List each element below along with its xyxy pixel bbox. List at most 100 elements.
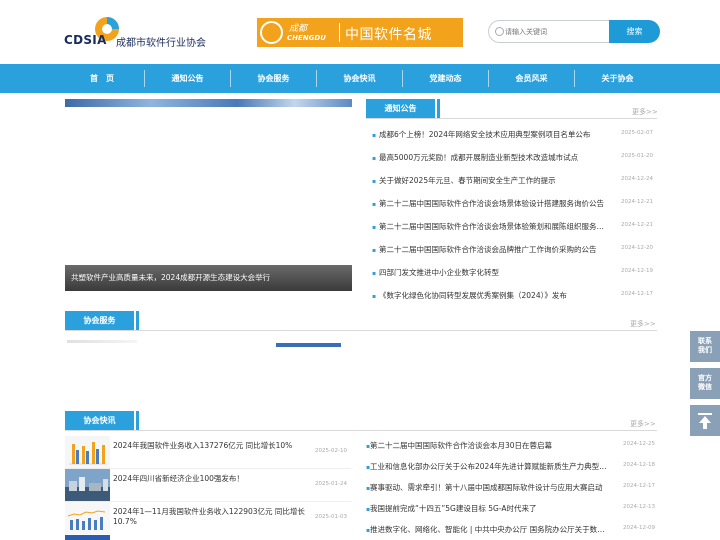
list-item-date: 2024-12-17 <box>623 483 655 489</box>
news-item-date: 2025-01-03 <box>315 514 347 520</box>
contact-label-2: 我们 <box>698 346 712 354</box>
services-thumb-strip <box>67 340 137 343</box>
news-item-title[interactable]: 2024年我国软件业务收入137276亿元 同比增长10% <box>113 441 313 451</box>
notices-more-link[interactable]: 更多>> <box>632 107 658 117</box>
list-item[interactable]: ▪ 第二十二届中国国际软件合作洽谈会本月30日在蓉启幕 2024-12-25 <box>366 440 657 454</box>
tab-edge <box>437 99 440 119</box>
news-item[interactable]: 2024年四川省新经济企业100强发布！ 2025-01-24 <box>65 469 351 502</box>
list-item[interactable]: ▪ 最高5000万元奖励！成都开展制造业新型技术改造城市试点 2025-01-2… <box>372 152 657 166</box>
list-item[interactable]: ▪ 关于做好2025年元旦、春节期间安全生产工作的提示 2024-12-24 <box>372 175 657 189</box>
contact-label-1: 联系 <box>698 337 712 345</box>
news-title[interactable]: 协会快讯 <box>65 411 134 431</box>
list-item-title[interactable]: 成都6个上榜！2024年网络安全技术应用典型案例项目名单公布 <box>379 129 607 140</box>
bullet-icon: ▪ <box>372 247 377 254</box>
logo-name: 成都市软件行业协会 <box>116 38 206 49</box>
list-item-title[interactable]: 关于做好2025年元旦、春节期间安全生产工作的提示 <box>379 175 607 186</box>
banner-title: 中国软件名城 <box>345 27 432 43</box>
list-item[interactable]: ▪ 我国提前完成“十四五”5G建设目标 5G-A时代来了 2024-12-13 <box>366 503 657 517</box>
search-button[interactable]: 搜索 <box>609 20 660 43</box>
services-title[interactable]: 协会服务 <box>65 311 134 331</box>
wechat-label-2: 微信 <box>698 383 712 391</box>
tab-edge <box>136 311 139 331</box>
list-item[interactable]: ▪ 成都6个上榜！2024年网络安全技术应用典型案例项目名单公布 2025-02… <box>372 129 657 143</box>
list-item-title[interactable]: 赛事驱动、需求牵引！第十八届中国成都国际软件设计与应用大赛启动 <box>370 482 608 493</box>
nav-item-party[interactable]: 党建动态 <box>403 64 488 93</box>
news-more-link[interactable]: 更多>> <box>630 419 656 429</box>
list-item-date: 2024-12-18 <box>623 462 655 468</box>
nav-item-news[interactable]: 协会快讯 <box>317 64 402 93</box>
header-underline <box>366 118 657 119</box>
bullet-icon: ▪ <box>372 293 377 300</box>
news-item-date: 2025-02-10 <box>315 448 347 454</box>
list-item[interactable]: ▪ 第二十二届中国国际软件合作洽谈会场景体验策划和展陈组织服务询价公告 2024… <box>372 221 657 235</box>
list-item-date: 2024-12-17 <box>621 291 653 297</box>
news-thumbnail[interactable] <box>65 469 110 501</box>
services-carousel[interactable] <box>65 332 657 402</box>
list-item-title[interactable]: 第二十二届中国国际软件合作洽谈会场景体验策划和展陈组织服务询价公告 <box>379 221 607 232</box>
wechat-label-1: 官方 <box>698 374 712 382</box>
list-item-date: 2024-12-09 <box>623 525 655 531</box>
list-item-title[interactable]: 第二十二届中国国际软件合作洽谈会本月30日在蓉启幕 <box>370 440 608 451</box>
nav-item-about[interactable]: 关于协会 <box>575 64 660 93</box>
list-item[interactable]: ▪ 第二十二届中国国际软件合作洽谈会品牌推广工作询价采购的公告 2024-12-… <box>372 244 657 258</box>
list-item-title[interactable]: 四部门发文推进中小企业数字化转型 <box>379 267 607 278</box>
bullet-icon: ▪ <box>372 224 377 231</box>
site-header: CDSIA 成都市软件行业协会 成都 CHENGDU 中国软件名城 搜索 <box>0 0 720 64</box>
list-item-title[interactable]: 我国提前完成“十四五”5G建设目标 5G-A时代来了 <box>370 503 608 514</box>
list-item[interactable]: ▪ 第二十二届中国国际软件合作洽谈会场景体验设计搭建服务询价公告 2024-12… <box>372 198 657 212</box>
list-item-date: 2024-12-21 <box>621 222 653 228</box>
news-header: 协会快讯 更多>> <box>65 411 657 431</box>
news-item[interactable]: 2024年1—11月我国软件业务收入122903亿元 同比增长10.7% 202… <box>65 502 351 534</box>
news-thumbnail[interactable] <box>65 436 110 468</box>
hero-image <box>65 99 352 107</box>
header-underline <box>65 330 657 331</box>
news-item[interactable]: 2024年我国软件业务收入137276亿元 同比增长10% 2025-02-10 <box>65 436 351 469</box>
list-item-date: 2024-12-25 <box>623 441 655 447</box>
list-item-title[interactable]: 《数字化绿色化协同转型发展优秀案例集（2024）》发布 <box>379 290 607 301</box>
list-item-date: 2024-12-21 <box>621 199 653 205</box>
list-item[interactable]: ▪ 工业和信息化部办公厅关于公布2024年先进计算赋能新质生产力典型应用案例名单… <box>366 461 657 475</box>
list-item-date: 2025-01-20 <box>621 153 653 159</box>
bullet-icon: ▪ <box>372 178 377 185</box>
bullet-icon: ▪ <box>372 201 377 208</box>
header-underline <box>65 430 657 431</box>
search-input[interactable] <box>505 24 605 40</box>
list-item-title[interactable]: 第二十二届中国国际软件合作洽谈会品牌推广工作询价采购的公告 <box>379 244 607 255</box>
news-thumbnail-partial <box>65 535 110 540</box>
banner-divider <box>339 23 340 42</box>
news-thumbnail[interactable] <box>65 502 110 534</box>
search-box <box>488 20 610 43</box>
list-item[interactable]: ▪ 推进数字化、网络化、智能化 | 中共中央办公厅 国务院办公厅关于数字中国建设… <box>366 524 657 538</box>
site-logo[interactable]: CDSIA 成都市软件行业协会 <box>64 16 214 50</box>
arrow-up-icon <box>698 413 712 429</box>
news-item-title[interactable]: 2024年1—11月我国软件业务收入122903亿元 同比增长10.7% <box>113 507 313 527</box>
list-item-date: 2024-12-24 <box>621 176 653 182</box>
contact-us-button[interactable]: 联系 我们 <box>690 331 720 362</box>
chengdu-banner[interactable]: 成都 CHENGDU 中国软件名城 <box>257 18 463 47</box>
back-to-top-button[interactable] <box>690 405 720 436</box>
list-item-title[interactable]: 最高5000万元奖励！成都开展制造业新型技术改造城市试点 <box>379 152 607 163</box>
list-item[interactable]: ▪ 《数字化绿色化协同转型发展优秀案例集（2024）》发布 2024-12-17 <box>372 290 657 304</box>
logo-abbr: CDSIA <box>64 33 107 47</box>
services-indicator[interactable] <box>276 343 341 347</box>
search-icon <box>495 27 504 36</box>
list-item-title[interactable]: 工业和信息化部办公厅关于公布2024年先进计算赋能新质生产力典型应用案例名单的通… <box>370 461 608 472</box>
bullet-icon: ▪ <box>372 132 377 139</box>
news-item-title[interactable]: 2024年四川省新经济企业100强发布！ <box>113 474 313 484</box>
notices-title[interactable]: 通知公告 <box>366 99 435 119</box>
wechat-button[interactable]: 官方 微信 <box>690 368 720 399</box>
list-item-date: 2024-12-20 <box>621 245 653 251</box>
banner-small-cn: 成都 <box>289 24 308 34</box>
list-item[interactable]: ▪ 四部门发文推进中小企业数字化转型 2024-12-19 <box>372 267 657 281</box>
list-item-title[interactable]: 第二十二届中国国际软件合作洽谈会场景体验设计搭建服务询价公告 <box>379 198 607 209</box>
nav-item-notices[interactable]: 通知公告 <box>145 64 230 93</box>
services-more-link[interactable]: 更多>> <box>630 319 656 329</box>
hero-caption[interactable]: 共塑软件产业高质量未来，2024成都开源生态建设大会举行 <box>71 272 270 283</box>
nav-item-services[interactable]: 协会服务 <box>231 64 316 93</box>
hero-slider[interactable]: 共塑软件产业高质量未来，2024成都开源生态建设大会举行 <box>65 99 352 291</box>
list-item-date: 2024-12-13 <box>623 504 655 510</box>
nav-item-home[interactable]: 首 页 <box>60 64 144 93</box>
nav-item-members[interactable]: 会员风采 <box>489 64 574 93</box>
list-item-title[interactable]: 推进数字化、网络化、智能化 | 中共中央办公厅 国务院办公厅关于数字中国建设 <box>370 524 608 535</box>
list-item[interactable]: ▪ 赛事驱动、需求牵引！第十八届中国成都国际软件设计与应用大赛启动 2024-1… <box>366 482 657 496</box>
